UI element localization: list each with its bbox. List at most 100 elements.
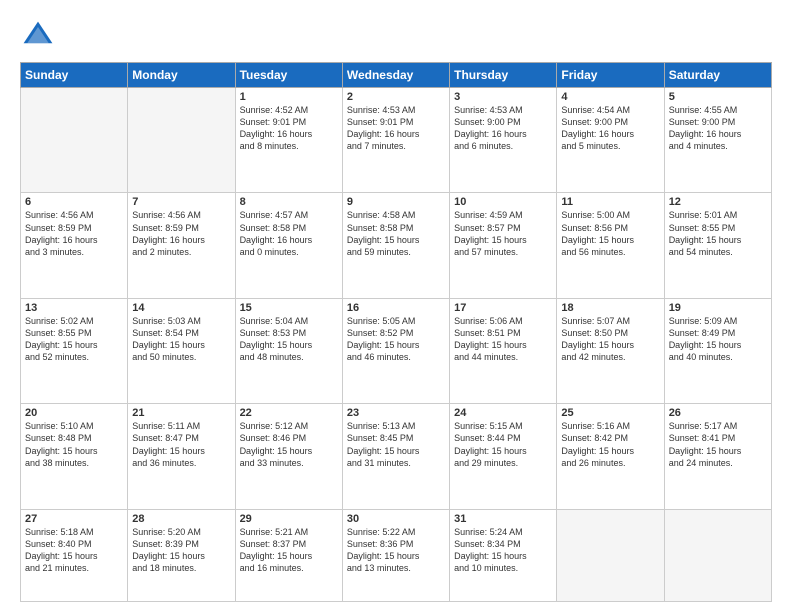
weekday-header: Monday (128, 63, 235, 88)
day-info: Sunrise: 4:53 AM Sunset: 9:01 PM Dayligh… (347, 104, 445, 153)
week-row: 27Sunrise: 5:18 AM Sunset: 8:40 PM Dayli… (21, 509, 772, 601)
weekday-header: Wednesday (342, 63, 449, 88)
calendar-cell (128, 88, 235, 193)
day-info: Sunrise: 5:07 AM Sunset: 8:50 PM Dayligh… (561, 315, 659, 364)
day-number: 28 (132, 513, 230, 525)
calendar-cell: 13Sunrise: 5:02 AM Sunset: 8:55 PM Dayli… (21, 298, 128, 403)
day-info: Sunrise: 5:01 AM Sunset: 8:55 PM Dayligh… (669, 209, 767, 258)
day-number: 1 (240, 91, 338, 103)
weekday-header: Sunday (21, 63, 128, 88)
day-number: 17 (454, 302, 552, 314)
day-info: Sunrise: 4:53 AM Sunset: 9:00 PM Dayligh… (454, 104, 552, 153)
day-number: 2 (347, 91, 445, 103)
calendar-cell: 21Sunrise: 5:11 AM Sunset: 8:47 PM Dayli… (128, 404, 235, 509)
day-number: 27 (25, 513, 123, 525)
day-number: 13 (25, 302, 123, 314)
day-info: Sunrise: 5:06 AM Sunset: 8:51 PM Dayligh… (454, 315, 552, 364)
day-info: Sunrise: 5:22 AM Sunset: 8:36 PM Dayligh… (347, 526, 445, 575)
day-info: Sunrise: 4:56 AM Sunset: 8:59 PM Dayligh… (132, 209, 230, 258)
calendar-cell: 17Sunrise: 5:06 AM Sunset: 8:51 PM Dayli… (450, 298, 557, 403)
calendar-cell: 28Sunrise: 5:20 AM Sunset: 8:39 PM Dayli… (128, 509, 235, 601)
day-number: 25 (561, 407, 659, 419)
calendar-cell: 8Sunrise: 4:57 AM Sunset: 8:58 PM Daylig… (235, 193, 342, 298)
calendar-cell: 7Sunrise: 4:56 AM Sunset: 8:59 PM Daylig… (128, 193, 235, 298)
calendar-table: SundayMondayTuesdayWednesdayThursdayFrid… (20, 62, 772, 602)
calendar-cell: 20Sunrise: 5:10 AM Sunset: 8:48 PM Dayli… (21, 404, 128, 509)
calendar-cell: 23Sunrise: 5:13 AM Sunset: 8:45 PM Dayli… (342, 404, 449, 509)
calendar-cell: 9Sunrise: 4:58 AM Sunset: 8:58 PM Daylig… (342, 193, 449, 298)
day-number: 30 (347, 513, 445, 525)
day-info: Sunrise: 4:57 AM Sunset: 8:58 PM Dayligh… (240, 209, 338, 258)
day-number: 20 (25, 407, 123, 419)
calendar-cell: 5Sunrise: 4:55 AM Sunset: 9:00 PM Daylig… (664, 88, 771, 193)
calendar-cell: 12Sunrise: 5:01 AM Sunset: 8:55 PM Dayli… (664, 193, 771, 298)
calendar-cell: 24Sunrise: 5:15 AM Sunset: 8:44 PM Dayli… (450, 404, 557, 509)
day-info: Sunrise: 5:12 AM Sunset: 8:46 PM Dayligh… (240, 420, 338, 469)
calendar-cell: 31Sunrise: 5:24 AM Sunset: 8:34 PM Dayli… (450, 509, 557, 601)
day-number: 8 (240, 196, 338, 208)
day-info: Sunrise: 5:24 AM Sunset: 8:34 PM Dayligh… (454, 526, 552, 575)
week-row: 13Sunrise: 5:02 AM Sunset: 8:55 PM Dayli… (21, 298, 772, 403)
day-number: 14 (132, 302, 230, 314)
weekday-header: Thursday (450, 63, 557, 88)
header (20, 18, 772, 54)
day-number: 24 (454, 407, 552, 419)
day-number: 5 (669, 91, 767, 103)
week-row: 20Sunrise: 5:10 AM Sunset: 8:48 PM Dayli… (21, 404, 772, 509)
day-info: Sunrise: 5:21 AM Sunset: 8:37 PM Dayligh… (240, 526, 338, 575)
logo (20, 18, 60, 54)
day-number: 4 (561, 91, 659, 103)
calendar-cell (21, 88, 128, 193)
day-number: 7 (132, 196, 230, 208)
logo-icon (20, 18, 56, 54)
calendar-cell: 29Sunrise: 5:21 AM Sunset: 8:37 PM Dayli… (235, 509, 342, 601)
day-info: Sunrise: 5:03 AM Sunset: 8:54 PM Dayligh… (132, 315, 230, 364)
weekday-header: Friday (557, 63, 664, 88)
day-number: 9 (347, 196, 445, 208)
day-number: 19 (669, 302, 767, 314)
week-row: 6Sunrise: 4:56 AM Sunset: 8:59 PM Daylig… (21, 193, 772, 298)
week-row: 1Sunrise: 4:52 AM Sunset: 9:01 PM Daylig… (21, 88, 772, 193)
calendar-cell: 3Sunrise: 4:53 AM Sunset: 9:00 PM Daylig… (450, 88, 557, 193)
day-number: 23 (347, 407, 445, 419)
day-info: Sunrise: 5:16 AM Sunset: 8:42 PM Dayligh… (561, 420, 659, 469)
calendar-cell: 14Sunrise: 5:03 AM Sunset: 8:54 PM Dayli… (128, 298, 235, 403)
day-number: 10 (454, 196, 552, 208)
day-number: 11 (561, 196, 659, 208)
calendar-cell: 2Sunrise: 4:53 AM Sunset: 9:01 PM Daylig… (342, 88, 449, 193)
day-number: 26 (669, 407, 767, 419)
calendar-cell (664, 509, 771, 601)
calendar-cell: 4Sunrise: 4:54 AM Sunset: 9:00 PM Daylig… (557, 88, 664, 193)
weekday-header-row: SundayMondayTuesdayWednesdayThursdayFrid… (21, 63, 772, 88)
calendar-cell: 11Sunrise: 5:00 AM Sunset: 8:56 PM Dayli… (557, 193, 664, 298)
day-number: 21 (132, 407, 230, 419)
calendar-cell: 18Sunrise: 5:07 AM Sunset: 8:50 PM Dayli… (557, 298, 664, 403)
day-info: Sunrise: 4:55 AM Sunset: 9:00 PM Dayligh… (669, 104, 767, 153)
day-number: 31 (454, 513, 552, 525)
day-info: Sunrise: 5:11 AM Sunset: 8:47 PM Dayligh… (132, 420, 230, 469)
calendar-cell: 25Sunrise: 5:16 AM Sunset: 8:42 PM Dayli… (557, 404, 664, 509)
calendar-cell: 16Sunrise: 5:05 AM Sunset: 8:52 PM Dayli… (342, 298, 449, 403)
day-info: Sunrise: 5:15 AM Sunset: 8:44 PM Dayligh… (454, 420, 552, 469)
day-number: 12 (669, 196, 767, 208)
day-info: Sunrise: 5:13 AM Sunset: 8:45 PM Dayligh… (347, 420, 445, 469)
calendar-cell: 6Sunrise: 4:56 AM Sunset: 8:59 PM Daylig… (21, 193, 128, 298)
day-info: Sunrise: 4:52 AM Sunset: 9:01 PM Dayligh… (240, 104, 338, 153)
day-info: Sunrise: 5:20 AM Sunset: 8:39 PM Dayligh… (132, 526, 230, 575)
day-info: Sunrise: 5:04 AM Sunset: 8:53 PM Dayligh… (240, 315, 338, 364)
page: SundayMondayTuesdayWednesdayThursdayFrid… (0, 0, 792, 612)
day-info: Sunrise: 4:58 AM Sunset: 8:58 PM Dayligh… (347, 209, 445, 258)
calendar-cell: 15Sunrise: 5:04 AM Sunset: 8:53 PM Dayli… (235, 298, 342, 403)
day-number: 18 (561, 302, 659, 314)
day-info: Sunrise: 4:56 AM Sunset: 8:59 PM Dayligh… (25, 209, 123, 258)
day-number: 6 (25, 196, 123, 208)
day-info: Sunrise: 5:10 AM Sunset: 8:48 PM Dayligh… (25, 420, 123, 469)
day-info: Sunrise: 5:17 AM Sunset: 8:41 PM Dayligh… (669, 420, 767, 469)
day-number: 3 (454, 91, 552, 103)
calendar-cell: 22Sunrise: 5:12 AM Sunset: 8:46 PM Dayli… (235, 404, 342, 509)
calendar-cell: 30Sunrise: 5:22 AM Sunset: 8:36 PM Dayli… (342, 509, 449, 601)
day-info: Sunrise: 5:00 AM Sunset: 8:56 PM Dayligh… (561, 209, 659, 258)
weekday-header: Saturday (664, 63, 771, 88)
day-number: 16 (347, 302, 445, 314)
day-number: 15 (240, 302, 338, 314)
